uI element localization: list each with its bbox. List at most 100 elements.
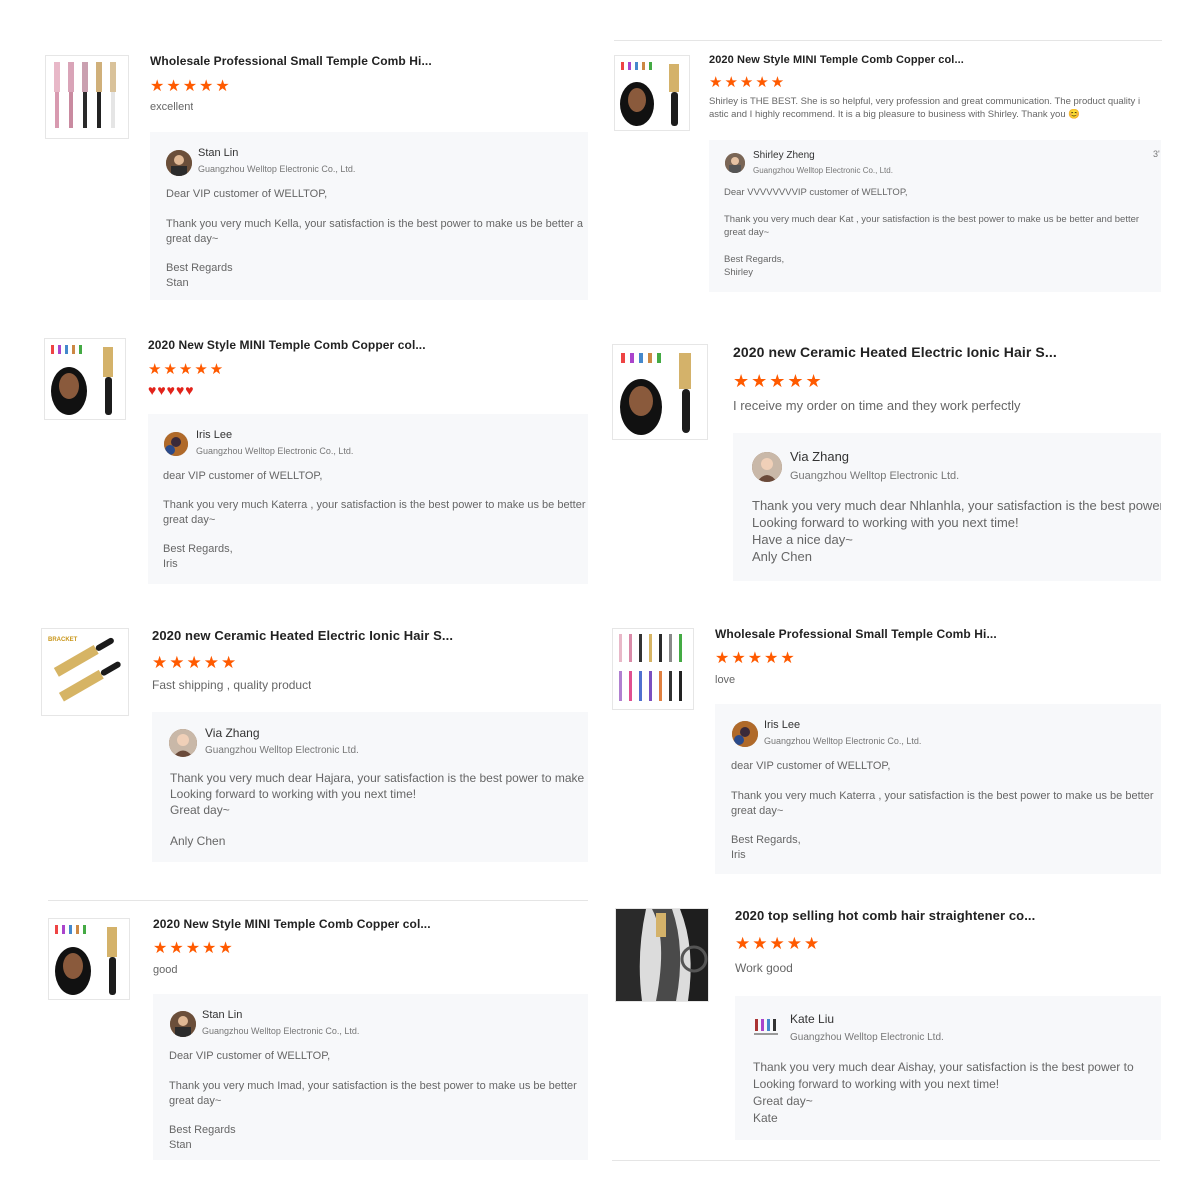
reply-line: Thank you very much Katerra , your satis… <box>163 499 586 511</box>
review-text: Work good <box>735 961 793 975</box>
avatar <box>725 153 745 173</box>
replier-company: Guangzhou Welltop Electronic Ltd. <box>205 745 359 756</box>
product-thumbnail[interactable] <box>615 908 709 1002</box>
reply-line: Thank you very much dear Nhlanhla, your … <box>752 498 1161 513</box>
star-rating: ★★★★★ <box>150 78 232 95</box>
reply-line: Great day~ <box>170 803 230 817</box>
replier-name: Kate Liu <box>790 1012 835 1026</box>
star-rating: ★★★★★ <box>148 361 226 378</box>
reply-line: Stan <box>169 1139 192 1151</box>
reply-line: great day~ <box>724 227 770 238</box>
seller-reply: Stan Lin Guangzhou Welltop Electronic Co… <box>153 994 588 1160</box>
seller-reply: Via Zhang Guangzhou Welltop Electronic L… <box>152 712 588 862</box>
review-text: excellent <box>150 101 194 113</box>
product-title[interactable]: 2020 New Style MINI Temple Comb Copper c… <box>709 54 964 66</box>
reply-line: Thank you very much Kella, your satisfac… <box>166 218 583 230</box>
reply-line: Anly Chen <box>170 834 226 848</box>
reply-line: Iris <box>163 558 178 570</box>
replier-company: Guangzhou Welltop Electronic Co., Ltd. <box>764 736 922 746</box>
product-thumbnail[interactable] <box>612 628 694 710</box>
star-rating: ★★★★★ <box>735 934 822 953</box>
review-text: Fast shipping , quality product <box>152 678 312 692</box>
replier-company: Guangzhou Welltop Electronic Co., Ltd. <box>753 166 893 175</box>
star-rating: ★★★★★ <box>715 650 797 667</box>
product-title[interactable]: 2020 new Ceramic Heated Electric Ionic H… <box>152 628 453 643</box>
star-rating: ★★★★★ <box>153 940 235 957</box>
product-title[interactable]: 2020 top selling hot comb hair straighte… <box>735 908 1035 923</box>
replier-name: Stan Lin <box>202 1009 243 1021</box>
product-thumbnail[interactable] <box>612 344 708 440</box>
product-thumbnail[interactable] <box>614 55 690 131</box>
reply-line: great day~ <box>166 233 219 245</box>
avatar <box>170 1011 196 1037</box>
divider <box>612 1160 1160 1161</box>
replier-name: Via Zhang <box>790 449 850 464</box>
star-rating: ★★★★★ <box>733 371 824 391</box>
reply-line: great day~ <box>163 514 216 526</box>
product-thumbnail[interactable]: BRACKET <box>41 628 129 716</box>
replier-company: Guangzhou Welltop Electronic Ltd. <box>790 470 960 482</box>
reply-line: dear VIP customer of WELLTOP, <box>731 760 891 772</box>
reply-line: Looking forward to working with you next… <box>753 1077 1000 1091</box>
review-text-cont: astic and I highly recommend. It is a bi… <box>709 109 1081 120</box>
divider <box>614 40 1162 41</box>
reply-line: Best Regards, <box>724 254 785 265</box>
review-text: Shirley is THE BEST. She is so helpful, … <box>709 96 1141 107</box>
review-text: love <box>715 674 736 686</box>
reply-line: Great day~ <box>753 1094 813 1108</box>
divider <box>48 900 588 901</box>
reply-line: Thank you very much dear Kat , your sati… <box>724 214 1140 225</box>
reply-line: Dear VIP customer of WELLTOP, <box>169 1050 331 1062</box>
replier-name: Via Zhang <box>205 726 260 740</box>
reply-line: Looking forward to working with you next… <box>752 515 1019 530</box>
product-title[interactable]: Wholesale Professional Small Temple Comb… <box>715 627 997 641</box>
product-thumbnail[interactable] <box>48 918 130 1000</box>
product-thumbnail[interactable] <box>44 338 126 420</box>
product-title[interactable]: Wholesale Professional Small Temple Comb… <box>150 54 432 68</box>
product-thumbnail[interactable] <box>45 55 129 139</box>
avatar <box>169 729 197 757</box>
seller-reply: Stan Lin Guangzhou Welltop Electronic Co… <box>150 132 588 300</box>
avatar <box>752 1013 780 1041</box>
seller-reply: Iris Lee Guangzhou Welltop Electronic Co… <box>715 704 1161 874</box>
star-rating: ★★★★★ <box>709 74 787 91</box>
replier-name: Iris Lee <box>196 429 233 441</box>
review-text: good <box>153 964 178 976</box>
avatar <box>164 432 188 456</box>
reply-date: 3' <box>1153 149 1160 159</box>
seller-reply: Iris Lee Guangzhou Welltop Electronic Co… <box>148 414 588 584</box>
reply-line: dear VIP customer of WELLTOP, <box>163 470 323 482</box>
reply-line: Best Regards <box>166 262 233 274</box>
product-title[interactable]: 2020 new Ceramic Heated Electric Ionic H… <box>733 344 1057 360</box>
reply-line: Shirley <box>724 267 754 278</box>
avatar <box>732 721 758 747</box>
replier-name: Stan Lin <box>198 147 239 159</box>
replier-company: Guangzhou Welltop Electronic Co., Ltd. <box>202 1026 360 1036</box>
reply-line: Anly Chen <box>752 549 812 564</box>
reply-line: Thank you very much dear Aishay, your sa… <box>753 1060 1134 1074</box>
heart-emojis: ♥♥♥♥♥ <box>148 382 195 398</box>
replier-company: Guangzhou Welltop Electronic Ltd. <box>790 1032 944 1043</box>
thumb-badge-text: BRACKET <box>48 637 78 643</box>
replier-company: Guangzhou Welltop Electronic Co., Ltd. <box>196 446 354 456</box>
product-title[interactable]: 2020 New Style MINI Temple Comb Copper c… <box>153 917 431 931</box>
reply-line: Thank you very much Katerra , your satis… <box>731 790 1154 802</box>
replier-company: Guangzhou Welltop Electronic Co., Ltd. <box>198 164 356 174</box>
review-text: I receive my order on time and they work… <box>733 398 1021 413</box>
reply-line: Best Regards, <box>163 543 233 555</box>
reply-line: Stan <box>166 277 189 289</box>
reply-line: Have a nice day~ <box>752 532 853 547</box>
avatar <box>752 452 782 482</box>
reply-line: great day~ <box>169 1095 222 1107</box>
reply-line: Thank you very much Imad, your satisfact… <box>169 1080 577 1092</box>
reply-line: great day~ <box>731 805 784 817</box>
avatar <box>166 150 192 176</box>
reply-line: Dear VVVVVVVVIP customer of WELLTOP, <box>724 187 908 198</box>
reply-line: Iris <box>731 849 746 861</box>
reply-line: Best Regards <box>169 1124 236 1136</box>
reply-line: Thank you very much dear Hajara, your sa… <box>170 771 588 785</box>
product-title[interactable]: 2020 New Style MINI Temple Comb Copper c… <box>148 338 426 352</box>
replier-name: Shirley Zheng <box>753 150 815 161</box>
reply-line: Dear VIP customer of WELLTOP, <box>166 188 328 200</box>
replier-name: Iris Lee <box>764 719 801 731</box>
